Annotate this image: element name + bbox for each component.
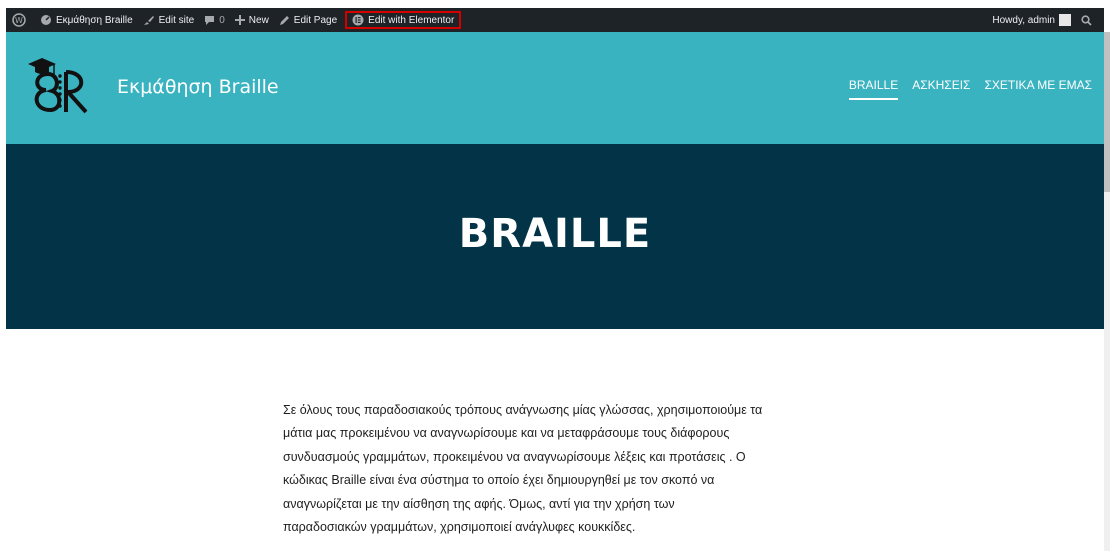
edit-site-label: Edit site bbox=[158, 14, 195, 26]
edit-site-link[interactable]: Edit site bbox=[138, 8, 200, 32]
site-logo[interactable] bbox=[26, 54, 96, 121]
nav-item-braille[interactable]: BRAILLE bbox=[848, 78, 899, 100]
site-name-label: Εκμάθηση Braille bbox=[56, 14, 133, 26]
scrollbar-thumb[interactable] bbox=[1104, 32, 1110, 192]
my-account-menu[interactable]: Howdy, admin bbox=[987, 8, 1076, 32]
content-line: Σε όλους τους παραδοσιακούς τρόπους ανάγ… bbox=[283, 403, 763, 417]
logo-icon bbox=[28, 58, 88, 114]
content-line: συνδυασμούς γραμμάτων, προκειμένου να αν… bbox=[283, 449, 746, 464]
page-title: BRAILLE bbox=[458, 211, 652, 257]
elementor-icon bbox=[352, 14, 364, 26]
edit-elementor-label: Edit with Elementor bbox=[368, 14, 455, 26]
dashboard-icon bbox=[41, 15, 51, 25]
hero-banner: BRAILLE bbox=[6, 144, 1104, 329]
content-line: παραδοσιακών γραμμάτων, χρησιμοποιεί ανά… bbox=[283, 520, 636, 535]
comments-count: 0 bbox=[219, 14, 225, 26]
wordpress-icon: W bbox=[12, 13, 26, 27]
content-line: μάτια μας προκειμένου να αναγνωρίσουμε κ… bbox=[283, 426, 730, 441]
howdy-label: Howdy, admin bbox=[992, 14, 1055, 26]
top-strip bbox=[0, 0, 1110, 8]
page-content: Σε όλους τους παραδοσιακούς τρόπους ανάγ… bbox=[283, 399, 843, 539]
edit-with-elementor-button[interactable]: Edit with Elementor bbox=[345, 11, 462, 29]
content-line: κώδικας Braille είναι ένα σύστημα το οπο… bbox=[283, 473, 715, 488]
content-line: αναγνωρίζεται με την αίσθηση της αφής. Ό… bbox=[283, 496, 675, 511]
comment-icon bbox=[205, 15, 215, 25]
pencil-icon bbox=[279, 15, 289, 25]
wordpress-logo-menu[interactable]: W bbox=[6, 8, 35, 32]
comments-link[interactable]: 0 bbox=[199, 8, 230, 32]
search-icon bbox=[1081, 14, 1092, 26]
site-name-menu[interactable]: Εκμάθηση Braille bbox=[35, 8, 138, 32]
admin-bar: W Εκμάθηση Braille Edit site 0 New Edit … bbox=[6, 8, 1104, 32]
plus-icon bbox=[234, 15, 245, 25]
edit-page-link[interactable]: Edit Page bbox=[274, 8, 342, 32]
edit-page-label: Edit Page bbox=[293, 14, 338, 26]
new-label: New bbox=[248, 14, 269, 26]
search-button[interactable] bbox=[1076, 8, 1104, 32]
svg-text:W: W bbox=[15, 16, 23, 25]
brush-icon bbox=[143, 16, 154, 25]
nav-item-exercises[interactable]: ΑΣΚΗΣΕΙΣ bbox=[912, 78, 970, 100]
new-content-menu[interactable]: New bbox=[230, 8, 274, 32]
avatar bbox=[1059, 14, 1071, 26]
main-nav: BRAILLE ΑΣΚΗΣΕΙΣ ΣΧΕΤΙΚΑ ΜΕ ΕΜΑΣ bbox=[835, 78, 1092, 100]
site-header: Εκμάθηση Braille BRAILLE ΑΣΚΗΣΕΙΣ ΣΧΕΤΙΚ… bbox=[6, 32, 1104, 144]
nav-item-about-us[interactable]: ΣΧΕΤΙΚΑ ΜΕ ΕΜΑΣ bbox=[984, 78, 1092, 100]
site-title[interactable]: Εκμάθηση Braille bbox=[117, 76, 279, 98]
